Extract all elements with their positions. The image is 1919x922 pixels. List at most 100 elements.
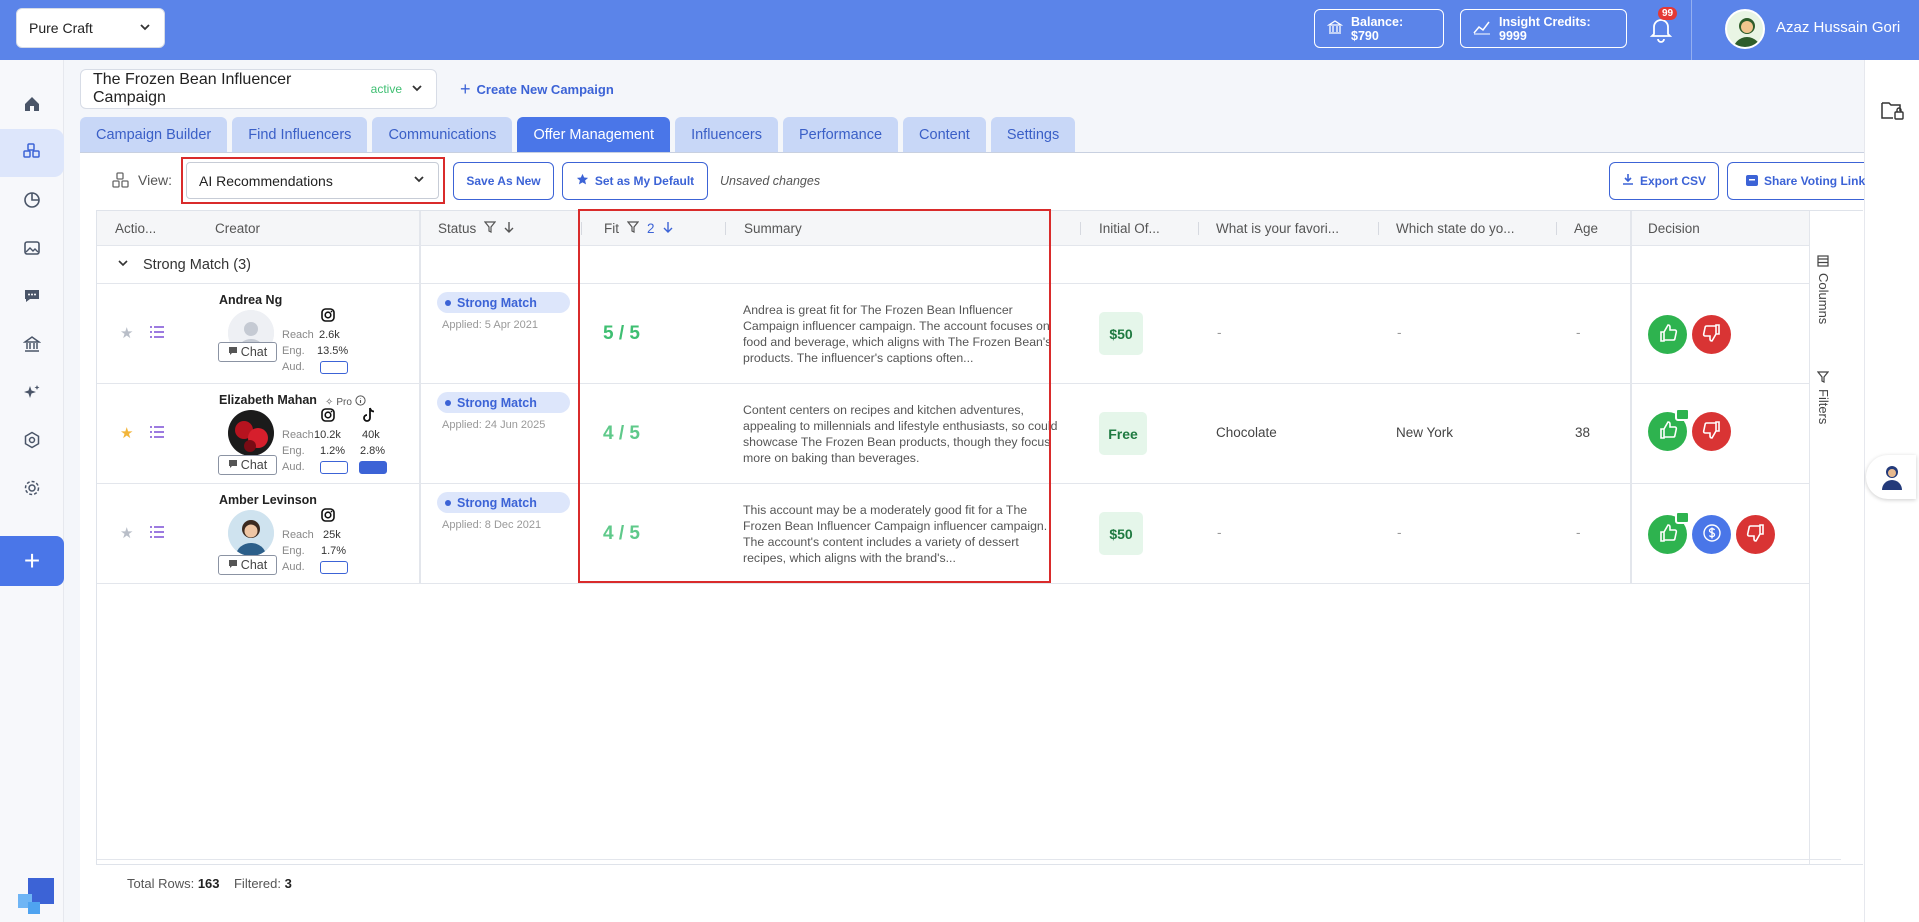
save-as-new-button[interactable]: Save As New (453, 162, 554, 200)
share-voting-link-button[interactable]: Share Voting Link (1727, 162, 1866, 200)
header-state[interactable]: Which state do yo... (1396, 211, 1515, 246)
header-favorite[interactable]: What is your favori... (1216, 211, 1339, 246)
audience-lock-icon[interactable] (320, 361, 348, 374)
tab-campaign-builder[interactable]: Campaign Builder (80, 117, 228, 152)
approve-button[interactable] (1648, 511, 1690, 554)
filter-icon[interactable] (626, 221, 640, 236)
sidebar-item-payments[interactable] (0, 321, 64, 369)
tab-influencers[interactable]: Influencers (675, 117, 779, 152)
header-initial-offer[interactable]: Initial Of... (1099, 211, 1160, 246)
reach-value: 2.6k (319, 329, 340, 341)
sort-down-icon[interactable] (663, 221, 673, 236)
list-icon[interactable] (149, 325, 165, 342)
header-creator[interactable]: Creator (215, 211, 260, 246)
reject-button[interactable] (1692, 412, 1731, 451)
tab-offer-management[interactable]: Offer Management (517, 117, 671, 152)
approve-button[interactable] (1648, 315, 1687, 354)
instagram-icon[interactable] (321, 308, 335, 325)
chat-button[interactable]: Chat (218, 455, 277, 475)
initial-offer: $50 (1099, 512, 1143, 555)
folder-lock-icon[interactable] (1881, 100, 1905, 125)
grid-icon (22, 142, 42, 165)
view-select[interactable]: AI Recommendations (186, 162, 439, 199)
insight-credits-button[interactable]: Insight Credits: 9999 (1460, 9, 1627, 48)
status-badge: Strong Match (437, 392, 570, 413)
creator-name[interactable]: Amber Levinson (219, 493, 317, 507)
chat-button[interactable]: Chat (218, 342, 277, 362)
audience-chart-icon[interactable] (359, 461, 387, 474)
sidebar-item-campaigns[interactable] (0, 129, 64, 177)
avatar[interactable] (228, 410, 274, 456)
balance-button[interactable]: Balance: $790 (1314, 9, 1444, 48)
sidebar-item-ai[interactable] (0, 369, 64, 417)
chevron-down-icon[interactable] (117, 257, 129, 273)
header-summary[interactable]: Summary (744, 211, 802, 246)
campaign-status: active (370, 82, 402, 96)
instagram-icon[interactable] (321, 408, 335, 425)
sidebar-item-messages[interactable] (0, 273, 64, 321)
group-row-strong-match[interactable]: Strong Match (3) (97, 246, 1809, 284)
summary-text: Andrea is great fit for The Frozen Bean … (743, 303, 1052, 365)
header-actions[interactable]: Actio... (115, 211, 156, 246)
sidebar-item-media[interactable] (0, 225, 64, 273)
star-icon[interactable]: ★ (120, 524, 133, 542)
header-fit[interactable]: Fit 2 (604, 211, 673, 246)
home-icon (23, 95, 41, 116)
export-csv-label: Export CSV (1639, 174, 1706, 188)
avatar[interactable] (228, 510, 274, 556)
assistant-bubble[interactable] (1866, 455, 1916, 499)
bank-icon (22, 335, 42, 356)
campaign-select[interactable]: The Frozen Bean Influencer Campaign acti… (80, 69, 437, 109)
header-separator (1198, 222, 1199, 235)
add-button[interactable]: + (0, 536, 64, 586)
tab-communications[interactable]: Communications (372, 117, 513, 152)
pro-badge: ✧ Pro (325, 395, 366, 409)
header-decision[interactable]: Decision (1648, 211, 1700, 246)
instagram-icon[interactable] (321, 508, 335, 525)
export-csv-button[interactable]: Export CSV (1609, 162, 1719, 200)
creator-name[interactable]: Elizabeth Mahan (219, 393, 317, 407)
sidebar-item-home[interactable] (0, 81, 64, 129)
sidebar-item-analytics[interactable] (0, 177, 64, 225)
campaign-name: The Frozen Bean Influencer Campaign (93, 71, 292, 106)
tab-performance[interactable]: Performance (783, 117, 899, 152)
dollar-icon (1702, 523, 1722, 546)
sort-down-icon[interactable] (504, 221, 514, 236)
eng-label: Eng. (282, 545, 305, 557)
create-campaign-label: Create New Campaign (476, 82, 614, 97)
header-age[interactable]: Age (1574, 211, 1598, 246)
reject-button[interactable] (1736, 515, 1775, 554)
approve-button[interactable] (1648, 408, 1690, 451)
list-icon[interactable] (149, 425, 165, 442)
tab-content[interactable]: Content (903, 117, 986, 152)
audience-lock-icon[interactable] (320, 461, 348, 474)
list-icon[interactable] (149, 525, 165, 542)
assistant-avatar-icon (1880, 464, 1904, 493)
workspace-select[interactable]: Pure Craft (16, 8, 165, 48)
user-avatar[interactable] (1725, 9, 1765, 49)
sidebar-item-settings[interactable] (0, 465, 64, 513)
set-default-button[interactable]: Set as My Default (562, 162, 708, 200)
summary-text: This account may be a moderately good fi… (743, 503, 1048, 565)
header-status[interactable]: Status (438, 211, 514, 246)
reject-button[interactable] (1692, 315, 1731, 354)
tiktok-icon[interactable] (362, 407, 376, 426)
star-icon[interactable]: ★ (120, 424, 133, 442)
header-separator (1556, 222, 1557, 235)
audience-lock-icon[interactable] (320, 561, 348, 574)
filter-icon[interactable] (484, 221, 497, 236)
chat-button[interactable]: Chat (218, 555, 277, 575)
user-name[interactable]: Azaz Hussain Gori (1776, 19, 1900, 36)
pay-button[interactable] (1692, 515, 1731, 554)
header-separator (1378, 222, 1379, 235)
tab-settings[interactable]: Settings (990, 117, 1076, 152)
sidebar-item-integrations[interactable] (0, 417, 64, 465)
tab-find-influencers[interactable]: Find Influencers (232, 117, 368, 152)
share-link-label: Share Voting Link (1764, 174, 1866, 188)
filters-tab[interactable]: Filters (1816, 371, 1831, 424)
reach-label: Reach (282, 529, 314, 541)
columns-tab[interactable]: Columns (1816, 255, 1831, 324)
create-campaign-link[interactable]: + Create New Campaign (460, 79, 614, 100)
creator-name[interactable]: Andrea Ng (219, 293, 282, 307)
star-icon[interactable]: ★ (120, 324, 133, 342)
